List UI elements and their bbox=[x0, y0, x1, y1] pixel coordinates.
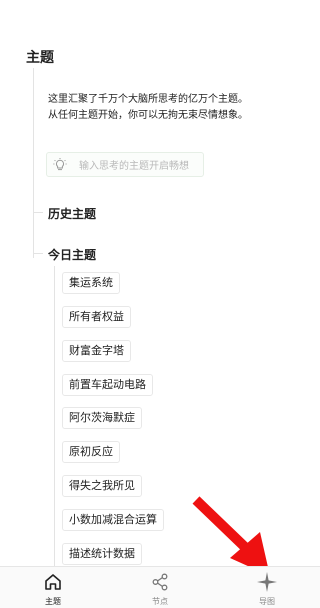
nav-label: 节点 bbox=[152, 597, 168, 606]
nav-tab-mindmap[interactable]: 导图 bbox=[214, 567, 320, 608]
intro-line: 这里汇聚了千万个大脑所思考的亿万个主题。 bbox=[48, 94, 248, 105]
tree-branch-history bbox=[33, 212, 43, 213]
history-topics-title[interactable]: 历史主题 bbox=[48, 205, 96, 222]
today-topics-title: 今日主题 bbox=[48, 248, 97, 262]
topics-screen: 主题 这里汇聚了千万个大脑所思考的亿万个主题。 从任何主题开始，你可以无拘无束尽… bbox=[0, 0, 320, 608]
share-nodes-icon bbox=[149, 571, 171, 593]
page-title: 主题 bbox=[26, 50, 54, 66]
home-icon bbox=[42, 571, 64, 593]
tree-branch-today bbox=[33, 253, 43, 254]
search-placeholder: 输入思考的主题开启畅想 bbox=[79, 161, 189, 172]
topic-chip[interactable]: 前置车起动电路 bbox=[62, 374, 153, 396]
topic-chip[interactable]: 得失之我所见 bbox=[62, 475, 142, 497]
topic-chip[interactable]: 财富金字塔 bbox=[62, 340, 131, 362]
lightbulb-icon bbox=[53, 157, 67, 172]
nav-label: 导图 bbox=[259, 597, 275, 606]
intro-line: 从任何主题开始，你可以无拘无束尽情想象。 bbox=[48, 110, 248, 121]
intro-text: 这里汇聚了千万个大脑所思考的亿万个主题。 从任何主题开始，你可以无拘无束尽情想象… bbox=[48, 92, 316, 124]
bottom-nav: 主题 节点 导图 bbox=[0, 566, 320, 608]
topic-chip[interactable]: 描述统计数据 bbox=[62, 543, 142, 565]
topic-chip[interactable]: 所有者权益 bbox=[62, 306, 131, 328]
topic-chip[interactable]: 原初反应 bbox=[62, 441, 120, 463]
topic-chip[interactable]: 集运系统 bbox=[62, 272, 120, 294]
topic-chip[interactable]: 小数加减混合运算 bbox=[62, 509, 164, 531]
topic-chip[interactable]: 阿尔茨海默症 bbox=[62, 407, 142, 429]
tree-line bbox=[33, 68, 34, 258]
topic-search-input[interactable]: 输入思考的主题开启畅想 bbox=[46, 152, 204, 177]
topic-tree-line bbox=[54, 266, 55, 566]
nav-label: 主题 bbox=[45, 597, 61, 606]
sparkle-star-icon bbox=[256, 571, 278, 593]
nav-tab-nodes[interactable]: 节点 bbox=[107, 567, 213, 608]
nav-tab-topics[interactable]: 主题 bbox=[0, 567, 106, 608]
